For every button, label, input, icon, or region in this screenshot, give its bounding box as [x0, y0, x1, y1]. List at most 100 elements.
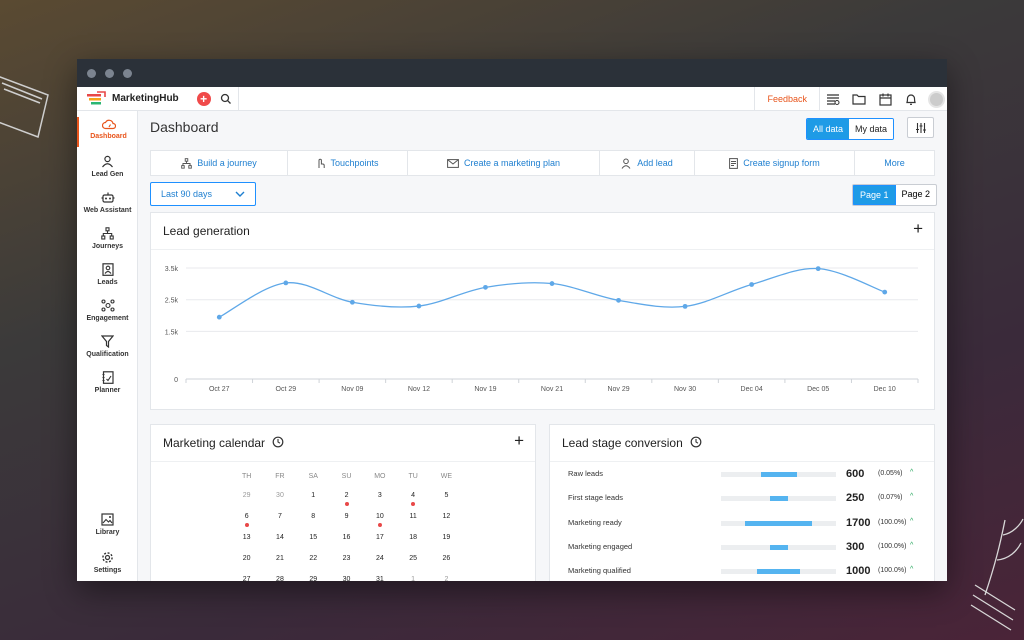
- calendar-day[interactable]: 4: [396, 492, 429, 513]
- calendar-day[interactable]: 3: [363, 492, 396, 513]
- window-dot-close[interactable]: [87, 68, 96, 78]
- all-data-button[interactable]: All data: [807, 119, 850, 139]
- bell-icon[interactable]: [898, 87, 924, 111]
- calendar-day[interactable]: 5: [430, 492, 463, 513]
- quick-actions-bar: Build a journey Touchpoints Create a mar…: [150, 150, 935, 176]
- stage-percentage: (100.0%): [878, 518, 907, 526]
- sidebar-item-lead-gen[interactable]: Lead Gen: [77, 155, 138, 178]
- calendar-day[interactable]: 13: [230, 534, 263, 555]
- calendar-day[interactable]: 1: [297, 492, 330, 513]
- robot-icon: [101, 192, 114, 203]
- stage-progress-track: [721, 496, 836, 502]
- top-navbar: MarketingHub + Feedback: [77, 86, 947, 111]
- sidebar-item-leads[interactable]: Leads: [77, 263, 138, 286]
- data-point: [283, 280, 289, 286]
- app-logo[interactable]: MarketingHub: [77, 90, 179, 107]
- sidebar-item-label: Planner: [94, 387, 121, 394]
- add-widget-button[interactable]: +: [913, 219, 923, 239]
- task-list-icon[interactable]: [820, 87, 846, 111]
- calendar-day[interactable]: 15: [297, 534, 330, 555]
- y-tick-label: 2.5k: [165, 298, 179, 305]
- calendar-day-number: 30: [342, 576, 351, 581]
- search-icon[interactable]: [220, 93, 232, 105]
- calendar-day[interactable]: 1: [396, 576, 429, 581]
- calendar-day[interactable]: 29: [230, 492, 263, 513]
- sidebar-item-settings[interactable]: Settings: [77, 551, 138, 574]
- sidebar-item-journeys[interactable]: Journeys: [77, 227, 138, 250]
- stage-label: Marketing qualified: [568, 566, 631, 576]
- create-signup-form-action[interactable]: Create signup form: [695, 150, 855, 176]
- calendar-day[interactable]: 7: [263, 513, 296, 534]
- feedback-link[interactable]: Feedback: [754, 87, 820, 111]
- calendar-day[interactable]: 22: [297, 555, 330, 576]
- avatar[interactable]: [928, 90, 945, 108]
- sidebar-item-dashboard[interactable]: Dashboard: [77, 117, 138, 147]
- sidebar: Dashboard Lead Gen Web Assistant Journey…: [77, 111, 138, 581]
- calendar-day[interactable]: 26: [430, 555, 463, 576]
- sidebar-item-label: Web Assistant: [83, 207, 132, 214]
- sidebar-item-planner[interactable]: Planner: [77, 371, 138, 394]
- calendar-day[interactable]: 14: [263, 534, 296, 555]
- lead-generation-card: Lead generation + 0 1.5k 2.5k 3.5k Oct 27 Oct…: [150, 212, 935, 410]
- quick-create-button[interactable]: +: [196, 91, 211, 106]
- add-lead-action[interactable]: Add lead: [600, 150, 695, 176]
- sidebar-item-label: Engagement: [86, 315, 129, 322]
- clock-settings-icon[interactable]: [690, 436, 702, 448]
- calendar-day[interactable]: 9: [330, 513, 363, 534]
- chevron-down-icon: [235, 191, 245, 197]
- calendar-day[interactable]: 11: [396, 513, 429, 534]
- calendar-day-number: 29: [242, 492, 251, 499]
- customize-button[interactable]: [907, 117, 934, 138]
- folder-icon[interactable]: [846, 87, 872, 111]
- calendar-day[interactable]: 12: [430, 513, 463, 534]
- my-data-button[interactable]: My data: [849, 119, 894, 139]
- calendar-day[interactable]: 30: [330, 576, 363, 581]
- window-dot-minimize[interactable]: [105, 68, 114, 78]
- clock-settings-icon[interactable]: [272, 436, 284, 448]
- x-tick-label: Nov 30: [674, 386, 696, 393]
- calendar-day[interactable]: 19: [430, 534, 463, 555]
- calendar-day[interactable]: 17: [363, 534, 396, 555]
- calendar-day[interactable]: 16: [330, 534, 363, 555]
- sidebar-item-qualification[interactable]: Qualification: [77, 335, 138, 358]
- weekday-label: FR: [275, 473, 285, 480]
- add-event-button[interactable]: +: [514, 431, 524, 451]
- calendar-day[interactable]: 30: [263, 492, 296, 513]
- calendar-day[interactable]: 2: [430, 576, 463, 581]
- stage-progress-track: [721, 520, 836, 526]
- calendar-day[interactable]: 21: [263, 555, 296, 576]
- calendar-day[interactable]: 2: [330, 492, 363, 513]
- stage-progress-bar: [770, 544, 788, 550]
- sidebar-item-web-assistant[interactable]: Web Assistant: [77, 191, 138, 214]
- calendar-day[interactable]: 31: [363, 576, 396, 581]
- sidebar-item-label: Lead Gen: [91, 171, 124, 178]
- date-range-select[interactable]: Last 90 days: [150, 182, 256, 206]
- window-dot-maximize[interactable]: [123, 68, 132, 78]
- calendar-day-number: 2: [444, 576, 449, 581]
- calendar-day-number: 21: [276, 555, 284, 562]
- calendar-day[interactable]: 8: [297, 513, 330, 534]
- planner-book-icon: [102, 371, 114, 384]
- calendar-day[interactable]: 23: [330, 555, 363, 576]
- build-journey-action[interactable]: Build a journey: [151, 150, 288, 176]
- sidebar-item-library[interactable]: Library: [77, 513, 138, 536]
- calendar-day-number: 7: [277, 513, 282, 520]
- calendar-day[interactable]: 29: [297, 576, 330, 581]
- calendar-icon[interactable]: [872, 87, 898, 111]
- calendar-day[interactable]: 27: [230, 576, 263, 581]
- stage-percentage: (0.07%): [878, 494, 903, 502]
- sidebar-item-engagement[interactable]: Engagement: [77, 299, 138, 322]
- calendar-day[interactable]: 24: [363, 555, 396, 576]
- more-actions-button[interactable]: More: [855, 150, 934, 176]
- create-marketing-plan-action[interactable]: Create a marketing plan: [408, 150, 600, 176]
- calendar-day[interactable]: 20: [230, 555, 263, 576]
- page-2-button[interactable]: Page 2: [896, 185, 937, 205]
- touchpoints-action[interactable]: Touchpoints: [288, 150, 408, 176]
- calendar-day[interactable]: 25: [396, 555, 429, 576]
- page-1-button[interactable]: Page 1: [853, 185, 896, 205]
- action-label: Build a journey: [197, 158, 257, 168]
- calendar-day[interactable]: 18: [396, 534, 429, 555]
- calendar-day[interactable]: 6: [230, 513, 263, 534]
- calendar-day[interactable]: 28: [263, 576, 296, 581]
- calendar-day[interactable]: 10: [363, 513, 396, 534]
